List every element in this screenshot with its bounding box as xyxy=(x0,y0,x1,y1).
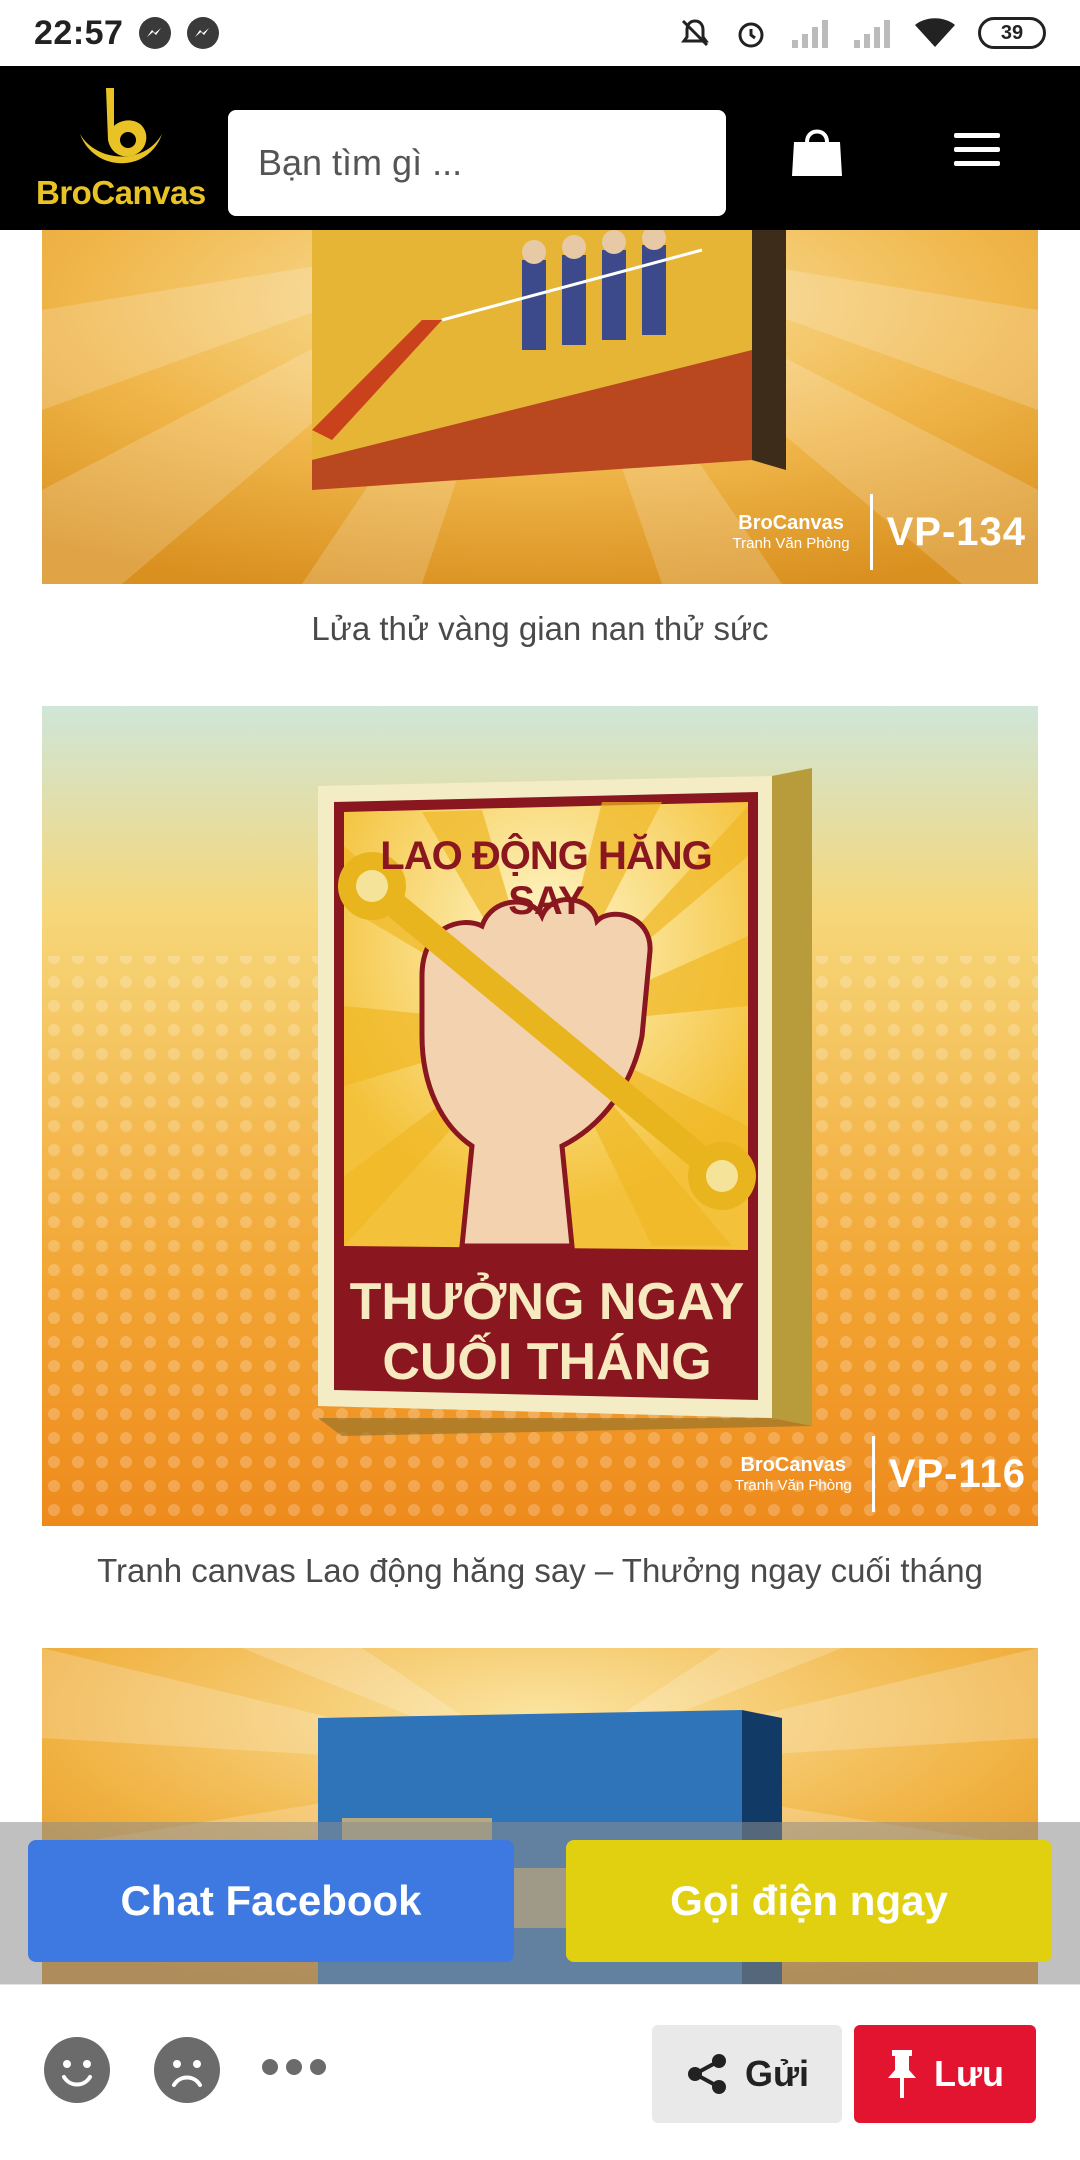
save-button[interactable]: Lưu xyxy=(854,2025,1036,2123)
watermark-brand: BroCanvas Tranh Văn Phòng xyxy=(734,1454,852,1494)
save-label: Lưu xyxy=(933,2053,1005,2094)
product-title[interactable]: Tranh canvas Lao động hăng say – Thưởng … xyxy=(0,1552,1080,1590)
poster-top-text: LAO ĐỘNG HĂNG SAY xyxy=(380,834,712,923)
happy-face-icon[interactable] xyxy=(44,2037,110,2103)
image-watermark: BroCanvas Tranh Văn Phòng VP-116 xyxy=(735,1436,1026,1512)
image-watermark: BroCanvas Tranh Văn Phòng VP-134 xyxy=(733,494,1026,570)
brand-logo[interactable]: BroCanvas xyxy=(36,78,206,218)
status-bar: 22:57 39 xyxy=(0,0,1080,66)
share-label: Gửi xyxy=(744,2053,810,2094)
messenger-icon xyxy=(139,17,172,49)
battery-level: 39 xyxy=(1000,21,1024,44)
alarm-icon xyxy=(738,22,764,48)
hamburger-menu-icon[interactable] xyxy=(952,130,1002,170)
poster-bottom-text-1: THƯỞNG NGAY xyxy=(349,1273,745,1331)
search-input[interactable] xyxy=(258,142,723,184)
search-box[interactable] xyxy=(228,110,726,216)
pin-icon xyxy=(887,2050,916,2098)
product-image[interactable]: LAO ĐỘNG HĂNG SAY THƯỞNG NGAY CUỐI THÁNG… xyxy=(42,706,1038,1526)
messenger-icon-2 xyxy=(187,17,220,49)
poster-bottom-text-2: CUỐI THÁNG xyxy=(382,1333,712,1391)
watermark-separator xyxy=(871,1436,875,1512)
bottom-toolbar: Gửi Lưu xyxy=(0,1984,1080,2160)
site-header: BroCanvas xyxy=(0,66,1080,230)
share-button[interactable]: Gửi xyxy=(652,2025,842,2123)
watermark-brand: BroCanvas Tranh Văn Phòng xyxy=(732,512,850,552)
watermark-separator xyxy=(869,494,873,570)
sad-face-icon[interactable] xyxy=(154,2037,220,2103)
status-time: 22:57 xyxy=(34,13,124,52)
product-code: VP-134 xyxy=(886,509,1026,554)
share-icon xyxy=(687,2054,726,2094)
signal-icon-2 xyxy=(854,20,890,48)
logo-mark-icon xyxy=(80,88,162,164)
sticky-action-bar: Chat Facebook Gọi điện ngay xyxy=(0,1822,1080,1984)
product-artwork xyxy=(42,706,1038,1526)
status-icons: 39 xyxy=(678,16,1046,50)
shopping-bag-icon[interactable] xyxy=(788,120,846,178)
page: 22:57 39 BroCanvas Bạn tìm gì ... BroCan… xyxy=(0,0,1080,2160)
product-image[interactable]: BroCanvas Tranh Văn Phòng VP-134 xyxy=(42,230,1038,584)
product-title[interactable]: Lửa thử vàng gian nan thử sức xyxy=(0,610,1080,648)
more-options-icon[interactable] xyxy=(262,2059,326,2075)
call-now-button[interactable]: Gọi điện ngay xyxy=(566,1840,1052,1962)
battery-icon: 39 xyxy=(978,17,1046,49)
chat-facebook-button[interactable]: Chat Facebook xyxy=(28,1840,514,1962)
product-code: VP-116 xyxy=(888,1451,1026,1496)
mute-icon xyxy=(681,19,709,47)
wifi-icon xyxy=(915,18,955,47)
signal-icon xyxy=(792,20,828,48)
brand-name: BroCanvas xyxy=(36,174,206,211)
